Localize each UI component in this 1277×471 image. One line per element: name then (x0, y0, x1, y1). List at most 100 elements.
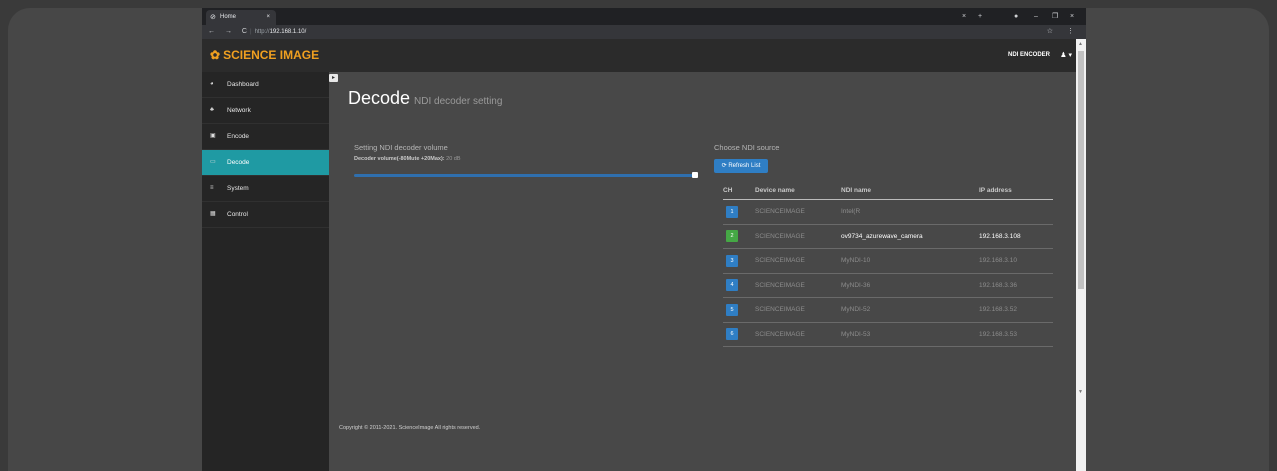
sidebar-item-encode[interactable]: ▣ Encode (202, 124, 329, 150)
ip-address-cell: 192.168.3.52 (979, 297, 1053, 323)
channel-button[interactable]: 3 (726, 254, 738, 267)
address-bar: ← → C | http://192.168.1.10/ ☆ ⋮ (202, 25, 1086, 39)
volume-slider-track[interactable] (354, 174, 697, 177)
refresh-list-label: Refresh List (728, 163, 761, 169)
ndi-source-table: CH Device name NDI name IP address 1 SCI… (723, 182, 1053, 347)
channel-button[interactable]: 4 (726, 279, 738, 292)
sidebar-item-label: Dashboard (227, 81, 259, 88)
channel-button[interactable]: 1 (726, 205, 738, 218)
url-field[interactable]: | http://192.168.1.10/ (250, 25, 306, 39)
page-title-text: Decode (348, 88, 411, 108)
sidebar-item-system[interactable]: ≡ System (202, 176, 329, 202)
ndi-name-cell: ov9734_azurewave_camera (841, 224, 979, 249)
tab-search-close-icon[interactable]: × (962, 10, 966, 23)
table-row[interactable]: 5 SCIENCEIMAGE MyNDI-52 192.168.3.52 (723, 297, 1053, 323)
sidebar-item-dashboard[interactable]: ◕ Dashboard (202, 72, 329, 98)
table-row[interactable]: 6 SCIENCEIMAGE MyNDI-53 192.168.3.53 (723, 322, 1053, 347)
nav-buttons[interactable]: ← → C (208, 25, 251, 39)
tab-close-icon[interactable]: × (266, 10, 270, 25)
page-title: Decode NDI decoder setting (348, 88, 502, 109)
sidebar-item-label: Network (227, 107, 251, 114)
ip-address-cell: 192.168.3.108 (979, 224, 1053, 249)
ip-address-cell: 192.168.3.53 (979, 322, 1053, 347)
user-menu[interactable]: ♟ ▾ (1060, 51, 1072, 59)
scroll-up-icon[interactable]: ▲ (1078, 41, 1083, 47)
volume-label-text: Decoder volume(-80Mute +20Max): (354, 156, 445, 162)
volume-value: 20 dB (446, 156, 461, 162)
refresh-icon: ⟳ (721, 163, 727, 169)
scrollbar-thumb[interactable] (1078, 51, 1084, 289)
maximize-button[interactable]: ❐ (1052, 10, 1058, 23)
vertical-scrollbar[interactable]: ▲ ▼ (1076, 39, 1086, 471)
volume-label: Decoder volume(-80Mute +20Max): 20 dB (354, 156, 461, 162)
profile-icon[interactable]: ● (1014, 10, 1018, 23)
dashboard-icon: ◕ (210, 81, 214, 87)
channel-button[interactable]: 5 (726, 303, 738, 316)
column-header: CH (723, 182, 755, 200)
grid-icon: ▦ (210, 211, 216, 217)
image-icon: ▣ (210, 133, 216, 139)
ndi-source-heading: Choose NDI source (714, 143, 780, 152)
ndi-name-cell: MyNDI-52 (841, 297, 979, 323)
minimize-button[interactable]: – (1034, 10, 1038, 23)
sidebar-item-label: Decode (227, 159, 250, 166)
ip-address-cell: 192.168.3.10 (979, 248, 1053, 274)
tab-strip: ⊘ Home × × + ● – ❐ × (202, 8, 1086, 25)
volume-heading: Setting NDI decoder volume (354, 143, 448, 152)
device-name: NDI ENCODER (1007, 52, 1050, 58)
bookmark-menu-icons[interactable]: ☆ ⋮ (1047, 25, 1080, 39)
brand-logo[interactable]: ✿ SCIENCE IMAGE (210, 48, 319, 62)
column-header: IP address (979, 182, 1053, 200)
device-name-cell: SCIENCEIMAGE (755, 322, 841, 347)
device-name-cell: SCIENCEIMAGE (755, 224, 841, 249)
ip-address-cell (979, 199, 1053, 225)
sidebar-item-control[interactable]: ▦ Control (202, 202, 329, 228)
table-row[interactable]: 4 SCIENCEIMAGE MyNDI-36 192.168.3.36 (723, 273, 1053, 298)
column-header: NDI name (841, 182, 979, 200)
page-subtitle: NDI decoder setting (414, 96, 503, 107)
volume-slider-handle[interactable] (692, 172, 698, 178)
table-row[interactable]: 2 SCIENCEIMAGE ov9734_azurewave_camera 1… (723, 224, 1053, 249)
user-icon: ♟ (1060, 52, 1067, 59)
list-icon: ≡ (210, 185, 214, 191)
column-header: Device name (755, 182, 841, 200)
tab-title: Home (220, 14, 237, 20)
browser-tab[interactable]: ⊘ Home × (206, 10, 276, 25)
sidebar-item-label: Encode (227, 133, 250, 140)
ndi-name-cell: MyNDI-10 (841, 248, 979, 274)
ndi-name-cell: MyNDI-53 (841, 322, 979, 347)
copyright-footer: Copyright © 2011-2021. ScienceImage All … (339, 425, 481, 431)
scroll-down-icon[interactable]: ▼ (1078, 389, 1083, 395)
url-host: 192.168.1.10/ (269, 29, 307, 35)
ndi-name-cell: Intel(R (841, 199, 979, 225)
sidebar-item-label: System (227, 185, 249, 192)
ndi-name-cell: MyNDI-36 (841, 273, 979, 298)
sidebar-item-network[interactable]: ♣ Network (202, 98, 329, 124)
table-row[interactable]: 1 SCIENCEIMAGE Intel(R (723, 199, 1053, 225)
url-prefix: http:// (254, 29, 270, 35)
monitor-icon: ▭ (210, 159, 216, 165)
table-header-row: CH Device name NDI name IP address (723, 182, 1053, 200)
screen-frame: ⊘ Home × × + ● – ❐ × ← → C | http://192.1… (8, 8, 1269, 471)
sidebar-toggle-button[interactable]: ▸ (329, 74, 338, 82)
browser-window: ⊘ Home × × + ● – ❐ × ← → C | http://192.1… (202, 8, 1086, 471)
network-icon: ♣ (210, 107, 214, 113)
channel-button[interactable]: 2 (726, 230, 738, 243)
sidebar-item-label: Control (227, 211, 248, 218)
channel-button[interactable]: 6 (726, 328, 738, 341)
table-row[interactable]: 3 SCIENCEIMAGE MyNDI-10 192.168.3.10 (723, 248, 1053, 274)
ip-address-cell: 192.168.3.36 (979, 273, 1053, 298)
device-name-cell: SCIENCEIMAGE (755, 273, 841, 298)
sidebar: ◕ Dashboard ♣ Network ▣ Encode ▭ Decode ≡ Sys… (202, 72, 329, 471)
globe-icon: ⊘ (210, 14, 216, 21)
new-tab-button[interactable]: + (978, 10, 982, 23)
sidebar-item-decode[interactable]: ▭ Decode (202, 150, 329, 176)
refresh-list-button[interactable]: ⟳ Refresh List (714, 159, 768, 173)
device-name-cell: SCIENCEIMAGE (755, 199, 841, 225)
device-name-cell: SCIENCEIMAGE (755, 297, 841, 323)
app-header: ✿ SCIENCE IMAGE NDI ENCODER ♟ ▾ (202, 39, 1076, 72)
window-close-button[interactable]: × (1070, 10, 1074, 23)
main-content: ▸ Decode NDI decoder setting Setting NDI … (329, 72, 1076, 471)
device-name-cell: SCIENCEIMAGE (755, 248, 841, 274)
brand-name: SCIENCE IMAGE (223, 48, 320, 62)
